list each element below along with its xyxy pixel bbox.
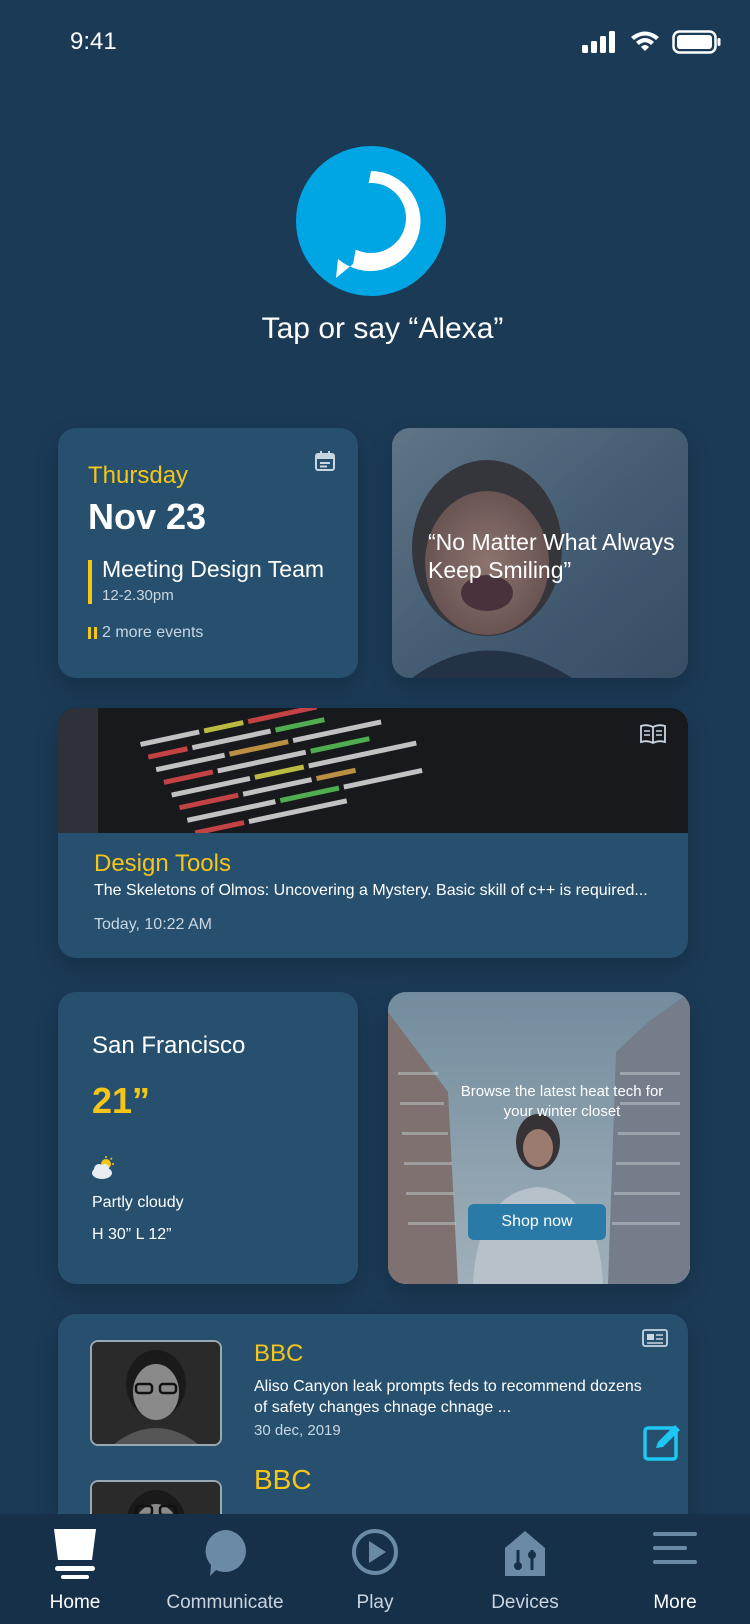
- weather-card[interactable]: San Francisco 21” Partly cloudy H 30” L …: [58, 992, 358, 1284]
- more-events-link[interactable]: 2 more events: [88, 624, 203, 642]
- weather-temperature: 21”: [92, 1080, 151, 1121]
- calendar-event[interactable]: Meeting Design Team 12-2.30pm: [88, 556, 324, 604]
- signal-icon: [582, 31, 615, 53]
- news-source: BBC: [254, 1464, 312, 1495]
- news-thumbnail: [90, 1480, 222, 1514]
- nav-item-more[interactable]: More: [600, 1514, 750, 1624]
- code-editor-banner-image: [58, 708, 688, 833]
- nav-label-communicate: Communicate: [166, 1592, 284, 1613]
- article-category: Design Tools: [94, 850, 231, 877]
- more-events-bars-icon: [88, 627, 97, 639]
- nav-item-home[interactable]: Home: [0, 1514, 150, 1624]
- chat-icon: [205, 1530, 246, 1576]
- shop-now-button[interactable]: Shop now: [468, 1204, 606, 1240]
- nav-item-devices[interactable]: Devices: [450, 1514, 600, 1624]
- bottom-navigation: Home Communicate Play Devices More: [0, 1514, 750, 1624]
- nav-label-devices: Devices: [491, 1592, 559, 1613]
- alexa-logo-button[interactable]: [296, 146, 446, 296]
- more-events-label: 2 more events: [102, 624, 204, 641]
- news-list-item[interactable]: BBC Aliso Canyon leak prompts feds to re…: [58, 1314, 688, 1446]
- home-icon: [54, 1529, 96, 1579]
- fashion-promo-photo: [388, 992, 690, 1284]
- status-icons: [582, 30, 722, 54]
- calendar-day: Thursday: [88, 462, 189, 489]
- edit-icon[interactable]: [642, 1420, 684, 1462]
- news-source: BBC: [254, 1340, 304, 1367]
- event-time: 12-2.30pm: [102, 587, 174, 604]
- wifi-icon: [631, 31, 659, 51]
- shop-promo-card[interactable]: Browse the latest heat tech for your win…: [388, 992, 690, 1284]
- person-portrait-photo: [92, 1342, 220, 1444]
- quote-text: “No Matter What Always Keep Smiling”: [428, 529, 675, 583]
- calendar-icon: [315, 451, 335, 471]
- quote-card[interactable]: “No Matter What Always Keep Smiling”: [392, 428, 688, 678]
- weather-city: San Francisco: [92, 1032, 246, 1059]
- menu-icon: [653, 1532, 697, 1564]
- nav-item-communicate[interactable]: Communicate: [150, 1514, 300, 1624]
- nav-label-home: Home: [49, 1592, 101, 1613]
- nav-item-play[interactable]: Play: [300, 1514, 450, 1624]
- shop-promo-text: Browse the latest heat tech for your win…: [460, 1083, 664, 1120]
- article-card[interactable]: Design Tools The Skeletons of Olmos: Unc…: [58, 708, 688, 958]
- article-timestamp: Today, 10:22 AM: [94, 916, 212, 933]
- status-bar: 9:41: [0, 0, 750, 90]
- news-headline: Aliso Canyon leak prompts feds to recomm…: [254, 1378, 642, 1416]
- status-time: 9:41: [70, 28, 117, 55]
- partly-cloudy-icon: [92, 1156, 114, 1179]
- article-description: The Skeletons of Olmos: Uncovering a Mys…: [94, 882, 648, 899]
- news-thumbnail: [90, 1340, 222, 1446]
- book-icon: [640, 724, 666, 744]
- calendar-date: Nov 23: [88, 496, 207, 537]
- calendar-card[interactable]: Thursday Nov 23 Meeting Design Team 12-2…: [58, 428, 358, 678]
- event-title: Meeting Design Team: [102, 556, 325, 582]
- nav-label-play: Play: [356, 1592, 394, 1613]
- battery-icon: [672, 30, 721, 54]
- nav-label-more: More: [653, 1592, 697, 1613]
- devices-icon: [505, 1531, 545, 1576]
- news-date: 30 dec, 2019: [254, 1422, 341, 1439]
- weather-high-low: H 30” L 12”: [92, 1226, 172, 1243]
- news-list-item[interactable]: BBC: [58, 1454, 688, 1514]
- news-card[interactable]: BBC Aliso Canyon leak prompts feds to re…: [58, 1314, 688, 1514]
- weather-condition: Partly cloudy: [92, 1194, 184, 1211]
- play-icon: [352, 1529, 398, 1575]
- person-portrait-photo: [92, 1482, 220, 1514]
- alexa-prompt: Tap or say “Alexa”: [261, 312, 504, 345]
